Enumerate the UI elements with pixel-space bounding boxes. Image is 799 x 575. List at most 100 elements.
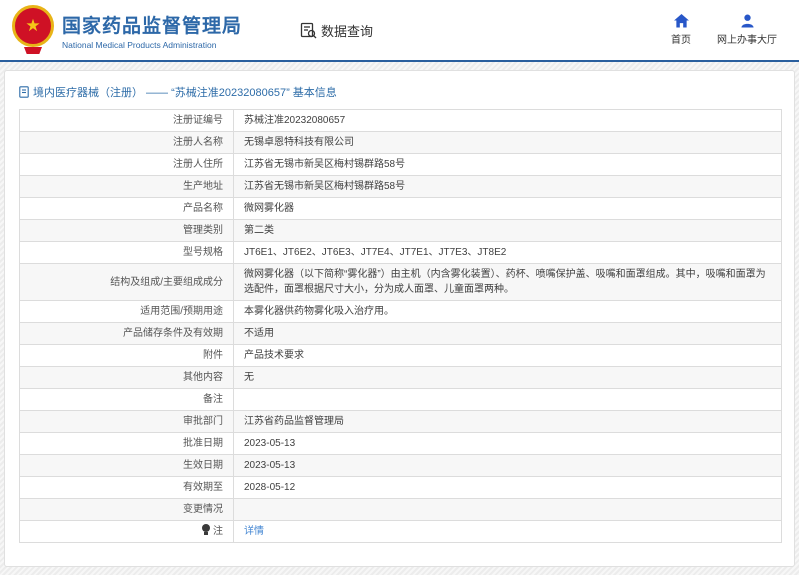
field-label: 产品储存条件及有效期: [19, 322, 234, 345]
nav-home[interactable]: 首页: [671, 14, 691, 46]
table-row: 其他内容 无: [19, 366, 782, 389]
field-value-text: 微网雾化器（以下简称“雾化器”）由主机（内含雾化装置）、药杯、喷嘴保护盖、吸嘴和…: [244, 269, 766, 295]
field-label: 型号规格: [19, 241, 234, 264]
field-label-text: 注册人名称: [173, 137, 223, 148]
field-value: 本雾化器供药物雾化吸入治疗用。: [233, 300, 782, 323]
field-value-text: 江苏省无锡市新吴区梅村锡群路58号: [244, 159, 406, 170]
field-value: 第二类: [233, 219, 782, 242]
field-label-text: 注: [213, 526, 223, 537]
page-title-text: 境内医疗器械（注册） —— “苏械注准20232080657” 基本信息: [33, 87, 337, 99]
field-label-text: 备注: [203, 394, 223, 405]
home-icon: [673, 14, 689, 28]
field-value-text: 本雾化器供药物雾化吸入治疗用。: [244, 306, 394, 317]
info-table: 注册证编号 苏械注准20232080657 注册人名称 无锡卓恩特科技有限公司注册人住…: [19, 109, 782, 543]
field-label: 注册人住所: [19, 153, 234, 176]
field-label-text: 批准日期: [183, 438, 223, 449]
page-title: 境内医疗器械（注册） —— “苏械注准20232080657” 基本信息: [5, 71, 794, 100]
table-row: 生产地址 江苏省无锡市新吴区梅村锡群路58号: [19, 175, 782, 198]
field-label: 审批部门: [19, 410, 234, 433]
field-label-text: 产品储存条件及有效期: [123, 328, 223, 339]
field-label-text: 结构及组成/主要组成成分: [110, 276, 223, 288]
table-row: 管理类别 第二类: [19, 219, 782, 242]
field-label-text: 注册人住所: [173, 159, 223, 170]
field-label-text: 变更情况: [183, 504, 223, 515]
field-label: 有效期至: [19, 476, 234, 499]
field-value-text: 江苏省药品监督管理局: [244, 416, 344, 427]
field-label: 注册人名称: [19, 131, 234, 154]
table-row: 备注: [19, 388, 782, 411]
table-row: 适用范围/预期用途 本雾化器供药物雾化吸入治疗用。: [19, 300, 782, 323]
table-row: 有效期至 2028-05-12: [19, 476, 782, 499]
table-row: 批准日期 2023-05-13: [19, 432, 782, 455]
note-bulb-icon: [202, 524, 210, 535]
field-value: 苏械注准20232080657: [233, 109, 782, 132]
field-label: 生效日期: [19, 454, 234, 477]
field-value-text: 产品技术要求: [244, 350, 304, 361]
national-emblem-logo: ★: [12, 5, 54, 55]
site-brand[interactable]: ★ 国家药品监督管理局 National Medical Products Ad…: [12, 5, 242, 55]
nav-data-query-label: 数据查询: [321, 23, 374, 39]
nav-online-hall[interactable]: 网上办事大厅: [717, 14, 777, 46]
site-header: ★ 国家药品监督管理局 National Medical Products Ad…: [0, 0, 799, 62]
field-label: 产品名称: [19, 197, 234, 220]
field-label-text: 适用范围/预期用途: [140, 306, 223, 317]
field-value: 无: [233, 366, 782, 389]
field-label: 适用范围/预期用途: [19, 300, 234, 323]
field-value: 2028-05-12: [233, 476, 782, 499]
table-row: 注册人名称 无锡卓恩特科技有限公司: [19, 131, 782, 154]
field-label: 附件: [19, 344, 234, 367]
nav-home-label: 首页: [671, 35, 691, 46]
field-label-text: 其他内容: [183, 372, 223, 383]
user-icon: [740, 14, 755, 28]
field-value-text: 2023-05-13: [244, 460, 296, 471]
brand-text: 国家药品监督管理局 National Medical Products Admi…: [62, 11, 242, 50]
field-value: 无锡卓恩特科技有限公司: [233, 131, 782, 154]
table-row: 附件 产品技术要求: [19, 344, 782, 367]
field-value: 微网雾化器: [233, 197, 782, 220]
table-row: 注册人住所 江苏省无锡市新吴区梅村锡群路58号: [19, 153, 782, 176]
detail-link[interactable]: 详情: [244, 526, 264, 537]
nav-data-query[interactable]: 数据查询: [300, 21, 373, 40]
table-row: 变更情况: [19, 498, 782, 521]
field-value: 江苏省无锡市新吴区梅村锡群路58号: [233, 175, 782, 198]
field-label-text: 管理类别: [183, 225, 223, 236]
field-label: 生产地址: [19, 175, 234, 198]
table-row: 产品储存条件及有效期 不适用: [19, 322, 782, 345]
field-value-text: 2023-05-13: [244, 438, 296, 449]
field-value-text: 2028-05-12: [244, 482, 296, 493]
field-label-text: 有效期至: [183, 482, 223, 493]
field-label: 其他内容: [19, 366, 234, 389]
field-label-text: 生效日期: [183, 460, 223, 471]
field-value: 2023-05-13: [233, 454, 782, 477]
field-label: 备注: [19, 388, 234, 411]
field-value-text: 苏械注准20232080657: [244, 115, 346, 126]
document-icon: [19, 86, 29, 98]
document-search-icon: [300, 22, 317, 39]
emblem-ribbon: [24, 47, 42, 54]
field-value: 江苏省无锡市新吴区梅村锡群路58号: [233, 153, 782, 176]
field-label-text: 附件: [203, 350, 223, 361]
field-label-text: 型号规格: [183, 247, 223, 258]
field-value-text: 无: [244, 372, 254, 383]
field-value: 详情: [233, 520, 782, 543]
agency-name: 国家药品监督管理局: [62, 15, 243, 37]
field-value: 产品技术要求: [233, 344, 782, 367]
field-value: [233, 498, 782, 521]
table-row: 生效日期 2023-05-13: [19, 454, 782, 477]
field-value-text: 微网雾化器: [244, 203, 294, 214]
table-row: 审批部门 江苏省药品监督管理局: [19, 410, 782, 433]
field-label: 注册证编号: [19, 109, 234, 132]
table-row: 型号规格 JT6E1、JT6E2、JT6E3、JT7E4、JT7E1、JT7E3、…: [19, 241, 782, 264]
field-value-text: 不适用: [244, 328, 274, 339]
field-value-text: 第二类: [244, 225, 274, 236]
field-value: [233, 388, 782, 411]
field-label: 结构及组成/主要组成成分: [19, 263, 234, 301]
table-row: 注册证编号 苏械注准20232080657: [19, 109, 782, 132]
field-label: 管理类别: [19, 219, 234, 242]
field-label-text: 审批部门: [183, 416, 223, 427]
table-row: 结构及组成/主要组成成分 微网雾化器（以下简称“雾化器”）由主机（内含雾化装置）、…: [19, 263, 782, 301]
field-label-text: 生产地址: [183, 181, 223, 192]
field-value: 微网雾化器（以下简称“雾化器”）由主机（内含雾化装置）、药杯、喷嘴保护盖、吸嘴和…: [233, 263, 782, 301]
field-value-text: 无锡卓恩特科技有限公司: [244, 137, 354, 148]
top-nav: 首页 网上办事大厅: [671, 14, 777, 46]
